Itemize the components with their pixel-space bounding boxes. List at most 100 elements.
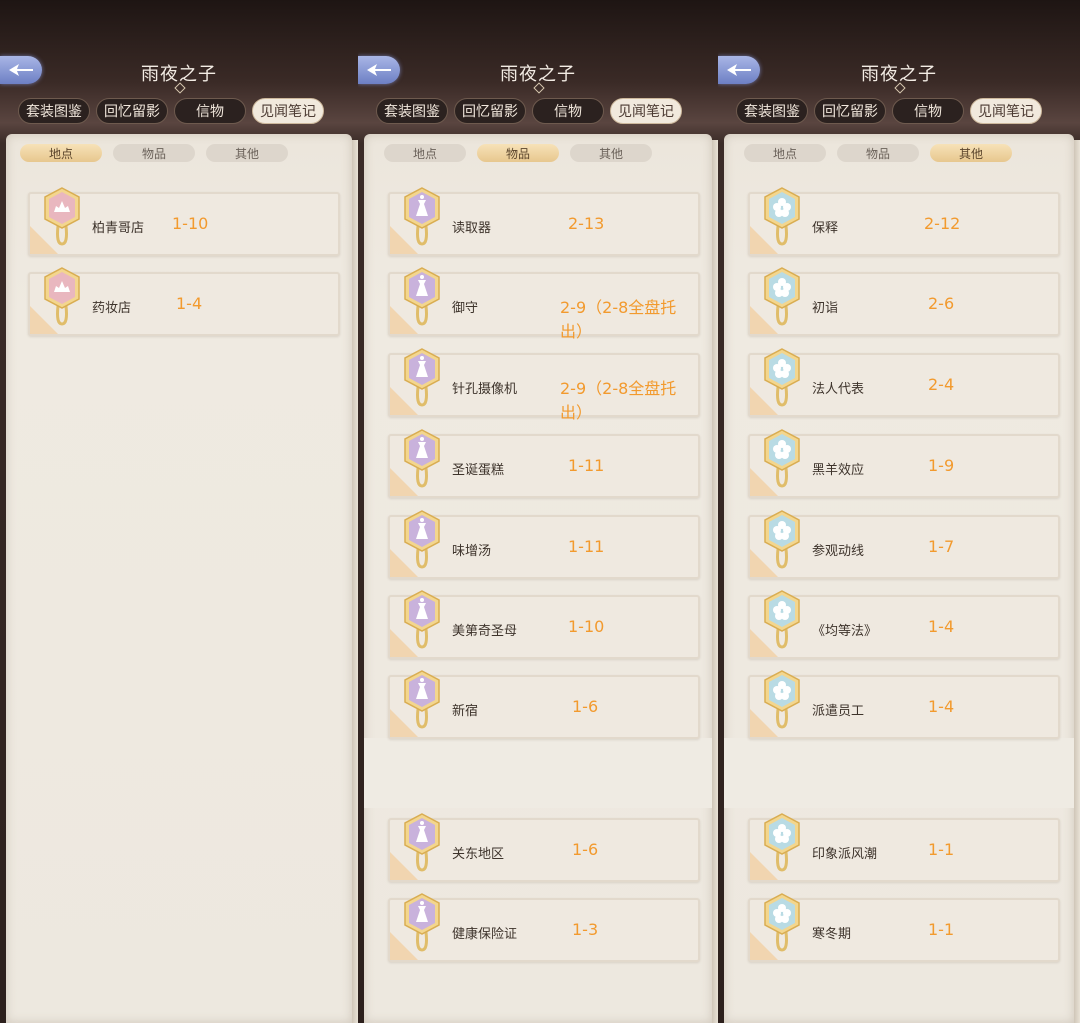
note-badge-icon <box>404 187 440 246</box>
tab-tokens[interactable]: 信物 <box>174 98 246 124</box>
note-entry[interactable]: 健康保险证 1-3 <box>388 893 700 962</box>
subtab-others[interactable]: 其他 <box>930 144 1012 162</box>
entry-name: 参观动线 <box>812 544 865 559</box>
tab-notes[interactable]: 见闻笔记 <box>610 98 682 124</box>
note-badge-icon <box>404 429 440 488</box>
note-badge-icon <box>44 187 80 246</box>
note-entry[interactable]: 寒冬期 1-1 <box>748 893 1060 962</box>
entry-chapter: 1-7 <box>928 537 955 556</box>
scroll-gap <box>724 738 1074 808</box>
note-entry[interactable]: 药妆店 1-4 <box>28 267 340 336</box>
tab-notes[interactable]: 见闻笔记 <box>252 98 324 124</box>
tab-outfit-catalog[interactable]: 套装图鉴 <box>736 98 808 124</box>
main-tabs: 套装图鉴 回忆留影 信物 见闻笔记 <box>376 98 682 126</box>
entry-name: 针孔摄像机 <box>452 382 518 397</box>
subtab-others[interactable]: 其他 <box>206 144 288 162</box>
entry-name: 新宿 <box>452 704 479 719</box>
note-entry[interactable]: 参观动线 1-7 <box>748 510 1060 579</box>
tab-outfit-catalog[interactable]: 套装图鉴 <box>376 98 448 124</box>
note-entry[interactable]: 针孔摄像机 2-9（2-8全盘托出） <box>388 348 700 422</box>
tab-memories[interactable]: 回忆留影 <box>814 98 886 124</box>
entry-name: 药妆店 <box>92 301 132 316</box>
note-badge-icon <box>404 813 440 872</box>
entry-chapter: 1-10 <box>568 617 605 636</box>
note-badge-icon <box>764 670 800 729</box>
entry-name: 美第奇圣母 <box>452 624 518 639</box>
subtab-locations[interactable]: 地点 <box>744 144 826 162</box>
note-entry[interactable]: 印象派风潮 1-1 <box>748 813 1060 882</box>
entry-name: 法人代表 <box>812 382 865 397</box>
entry-name: 健康保险证 <box>452 927 518 942</box>
note-badge-icon <box>764 590 800 649</box>
note-entry[interactable]: 初诣 2-6 <box>748 267 1060 336</box>
tab-tokens[interactable]: 信物 <box>892 98 964 124</box>
tab-outfit-catalog[interactable]: 套装图鉴 <box>18 98 90 124</box>
tab-memories[interactable]: 回忆留影 <box>454 98 526 124</box>
notes-panel-items: 雨夜之子 套装图鉴 回忆留影 信物 见闻笔记 地点 物品 其他 读取器 2-13 御… <box>358 0 718 1023</box>
main-tabs: 套装图鉴 回忆留影 信物 见闻笔记 <box>18 98 324 126</box>
entry-name: 派遣员工 <box>812 704 865 719</box>
entry-name: 初诣 <box>812 301 839 316</box>
subtab-others[interactable]: 其他 <box>570 144 652 162</box>
entry-name: 关东地区 <box>452 847 505 862</box>
note-entry[interactable]: 味增汤 1-11 <box>388 510 700 579</box>
note-entry[interactable]: 《均等法》 1-4 <box>748 590 1060 659</box>
entry-name: 御守 <box>452 301 479 316</box>
note-entry[interactable]: 御守 2-9（2-8全盘托出） <box>388 267 700 341</box>
note-entry[interactable]: 黑羊效应 1-9 <box>748 429 1060 498</box>
entry-chapter: 1-11 <box>568 537 605 556</box>
tab-memories[interactable]: 回忆留影 <box>96 98 168 124</box>
note-entry[interactable]: 柏青哥店 1-10 <box>28 187 340 256</box>
entry-chapter: 1-1 <box>928 920 955 939</box>
entry-chapter: 1-4 <box>928 617 955 636</box>
note-badge-icon <box>764 813 800 872</box>
tab-notes[interactable]: 见闻笔记 <box>970 98 1042 124</box>
note-badge-icon <box>44 267 80 326</box>
scroll-gap <box>364 738 712 808</box>
entry-chapter: 1-10 <box>172 214 209 233</box>
entry-chapter: 1-11 <box>568 456 605 475</box>
entry-chapter: 1-6 <box>572 840 599 859</box>
entry-chapter: 2-13 <box>568 214 605 233</box>
note-badge-icon <box>764 267 800 326</box>
subtab-items[interactable]: 物品 <box>113 144 195 162</box>
note-badge-icon <box>764 187 800 246</box>
entry-chapter: 1-4 <box>928 697 955 716</box>
note-badge-icon <box>764 893 800 952</box>
note-entry[interactable]: 关东地区 1-6 <box>388 813 700 882</box>
subtab-locations[interactable]: 地点 <box>384 144 466 162</box>
subtab-locations[interactable]: 地点 <box>20 144 102 162</box>
entry-chapter: 1-4 <box>176 294 203 313</box>
notes-panel-locations: 雨夜之子 套装图鉴 回忆留影 信物 见闻笔记 地点 物品 其他 柏青哥店 1-10… <box>0 0 358 1023</box>
note-badge-icon <box>404 670 440 729</box>
entry-chapter: 2-12 <box>924 214 961 233</box>
entry-chapter: 2-6 <box>928 294 955 313</box>
note-badge-icon <box>404 267 440 326</box>
entry-name: 圣诞蛋糕 <box>452 463 505 478</box>
entry-name: 印象派风潮 <box>812 847 878 862</box>
entry-name: 黑羊效应 <box>812 463 865 478</box>
entry-chapter: 1-9 <box>928 456 955 475</box>
note-entry[interactable]: 法人代表 2-4 <box>748 348 1060 417</box>
entry-chapter: 1-3 <box>572 920 599 939</box>
note-entry[interactable]: 新宿 1-6 <box>388 670 700 739</box>
note-badge-icon <box>404 348 440 407</box>
entry-chapter: 2-9（2-8全盘托出） <box>560 298 677 341</box>
main-tabs: 套装图鉴 回忆留影 信物 见闻笔记 <box>736 98 1042 126</box>
entry-chapter: 1-6 <box>572 697 599 716</box>
note-entry[interactable]: 美第奇圣母 1-10 <box>388 590 700 659</box>
note-badge-icon <box>404 510 440 569</box>
entry-name: 寒冬期 <box>812 927 852 942</box>
entry-chapter: 2-9（2-8全盘托出） <box>560 379 677 422</box>
note-badge-icon <box>404 590 440 649</box>
entry-chapter: 1-1 <box>928 840 955 859</box>
subtab-items[interactable]: 物品 <box>477 144 559 162</box>
entry-chapter: 2-4 <box>928 375 955 394</box>
note-badge-icon <box>764 510 800 569</box>
tab-tokens[interactable]: 信物 <box>532 98 604 124</box>
note-entry[interactable]: 保释 2-12 <box>748 187 1060 256</box>
note-entry[interactable]: 圣诞蛋糕 1-11 <box>388 429 700 498</box>
note-entry[interactable]: 派遣员工 1-4 <box>748 670 1060 739</box>
subtab-items[interactable]: 物品 <box>837 144 919 162</box>
note-entry[interactable]: 读取器 2-13 <box>388 187 700 256</box>
